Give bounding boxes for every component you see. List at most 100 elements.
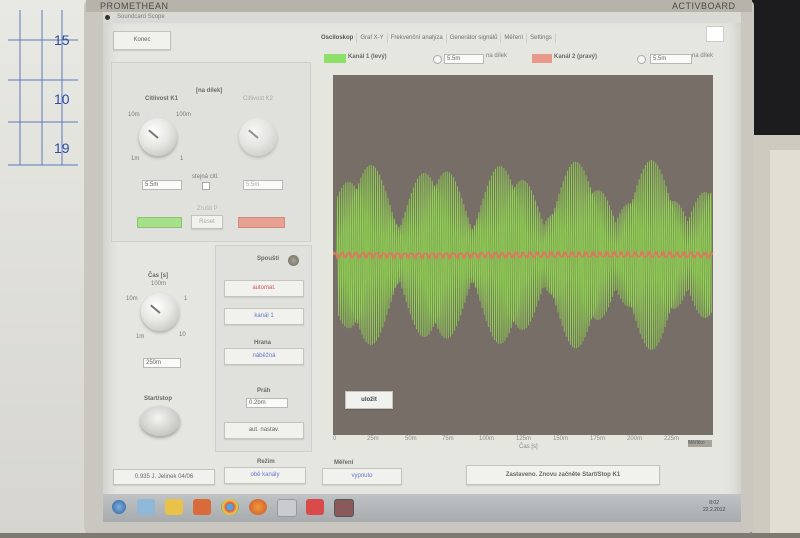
measure-label: Měření [334, 460, 354, 466]
version-button[interactable]: 0.935 J. Jelinek 04/06 [113, 469, 215, 485]
channel1-value[interactable]: 5.5m [444, 54, 484, 64]
window-taskbar-icon[interactable] [277, 499, 297, 517]
folder-taskbar-icon[interactable] [165, 499, 183, 515]
x-tick: 175m [590, 436, 606, 442]
auto-setup-button[interactable]: aut. nastav. [224, 422, 304, 439]
whiteboard: 15 10 19 [0, 0, 89, 533]
channel2-indicator [238, 217, 285, 228]
channel1-spin[interactable] [433, 55, 442, 64]
x-tick: 100m [479, 436, 495, 442]
channel2-unit: na dílek [692, 53, 714, 59]
tab-xy-graph[interactable]: Graf X-Y [357, 33, 388, 43]
channel1-indicator [137, 217, 182, 228]
board-mark-2: 10 [54, 91, 70, 107]
exit-button[interactable]: Konec [113, 31, 171, 50]
link-label: Zrušit P [197, 206, 218, 212]
whiteboard-grid [8, 10, 78, 166]
brand-left: PROMETHEAN [100, 1, 169, 11]
tab-frequency-analysis[interactable]: Frekvenční analýza [388, 33, 447, 43]
channel2-spin[interactable] [637, 55, 646, 64]
sensitivity-heading: [na dílek] [196, 88, 223, 94]
time-tick-100m: 100m [151, 281, 167, 287]
time-label: Čas [s] [148, 273, 169, 279]
tab-measurement[interactable]: Měření [501, 33, 528, 43]
trigger-mode-dropdown[interactable]: automat. [224, 280, 304, 297]
board-mark-1: 15 [54, 32, 70, 48]
time-tick-10m: 10m [126, 296, 138, 302]
window-titlebar: Soundcard Scope [103, 12, 741, 23]
clock-time: 8:02 [709, 500, 719, 506]
threshold-field[interactable]: 0.2bm [246, 398, 288, 408]
firefox-taskbar-icon[interactable] [249, 499, 267, 515]
reset-button[interactable]: Reset [191, 215, 223, 229]
sensitivity-k1-knob[interactable] [139, 118, 177, 156]
app-icon [105, 15, 110, 20]
knob1-tick-10m: 10m [128, 112, 140, 118]
tab-oscilloscope[interactable]: Osciloskop [318, 33, 358, 43]
scale-corner: Měřítko [688, 440, 712, 447]
edge-dropdown[interactable]: náběžná [224, 348, 304, 365]
time-field[interactable]: 250m [143, 358, 181, 368]
activboard-top: PROMETHEAN ACTIVBOARD [86, 0, 752, 12]
channel1-color [324, 54, 346, 63]
channel2-value[interactable]: 5.5m [650, 54, 692, 64]
display-label: Režim [257, 459, 275, 465]
trigger-source-dropdown[interactable]: kanál 1 [224, 308, 304, 325]
channel1-unit: na dílek [486, 53, 508, 59]
knob1-label: Citlivost K1 [145, 96, 179, 102]
time-tick-10: 10 [179, 332, 186, 338]
x-axis: 0 25m 50m 75m 100m 125m 150m 175m 200m 2… [333, 436, 713, 450]
measure-dropdown[interactable]: vypnuto [322, 468, 402, 485]
sensitivity-k2-field[interactable]: 5.5m [243, 180, 283, 190]
board-mark-3: 19 [54, 140, 70, 156]
start-stop-button[interactable] [140, 406, 180, 436]
channel1-label: Kanál 1 (levý) [348, 54, 387, 60]
same-sensitivity-label: stejná citl. [192, 174, 219, 180]
x-tick: 225m [664, 436, 680, 442]
trigger-led [288, 255, 299, 266]
knob1-tick-100m: 100m [176, 112, 192, 118]
same-sensitivity-checkbox[interactable] [202, 182, 210, 190]
time-tick-1: 1 [184, 296, 188, 302]
chrome-taskbar-icon[interactable] [221, 499, 239, 515]
x-tick: 200m [627, 436, 643, 442]
knob1-tick-1m: 1m [131, 156, 140, 162]
knob1-tick-1: 1 [180, 156, 184, 162]
knob2-label: Citlivost K2 [243, 96, 274, 102]
time-tick-1m: 1m [136, 334, 145, 340]
trigger-heading: Spouští [257, 256, 279, 262]
clock-date: 22.2.2012 [703, 507, 726, 513]
channel2-label: Kanál 2 (pravý) [554, 54, 598, 60]
scope-taskbar-icon[interactable] [334, 499, 354, 517]
status-message: Zastaveno. Znovu začněte Start/Stop K1 [466, 465, 660, 485]
start-stop-label: Start/stop [144, 396, 173, 402]
tab-signal-generator[interactable]: Generátor signálů [447, 33, 502, 43]
x-tick: 125m [516, 436, 532, 442]
time-knob[interactable] [141, 293, 179, 331]
sensitivity-k1-field[interactable]: 5.5m [142, 180, 182, 190]
display-dropdown[interactable]: obě kanály [224, 467, 306, 484]
x-tick: 75m [442, 436, 454, 442]
x-tick: 0 [333, 436, 337, 442]
app-red-taskbar-icon[interactable] [306, 499, 324, 515]
x-tick: 150m [553, 436, 569, 442]
start-orb-icon[interactable] [112, 500, 126, 514]
save-button[interactable]: uložit [345, 391, 393, 409]
scope-settings-checkbox[interactable] [706, 26, 724, 42]
clock: 8:02 22.2.2012 [703, 500, 725, 514]
window-title: Soundcard Scope [117, 14, 165, 20]
sensitivity-k2-knob[interactable] [239, 118, 277, 156]
wall-panel [770, 150, 800, 533]
waveform-svg [332, 159, 714, 350]
explorer-taskbar-icon[interactable] [137, 499, 155, 515]
x-axis-unit: Čas [s] [519, 444, 538, 450]
x-tick: 50m [405, 436, 417, 442]
brand-right: ACTIVBOARD [672, 1, 736, 11]
tab-settings[interactable]: Settings [527, 33, 556, 43]
edge-label: Hrana [254, 340, 272, 346]
media-taskbar-icon[interactable] [193, 499, 211, 515]
channel2-color [532, 54, 552, 63]
threshold-label: Práh [257, 388, 271, 394]
oscilloscope-plot[interactable]: uložit [332, 75, 714, 435]
window-dark [752, 0, 800, 135]
